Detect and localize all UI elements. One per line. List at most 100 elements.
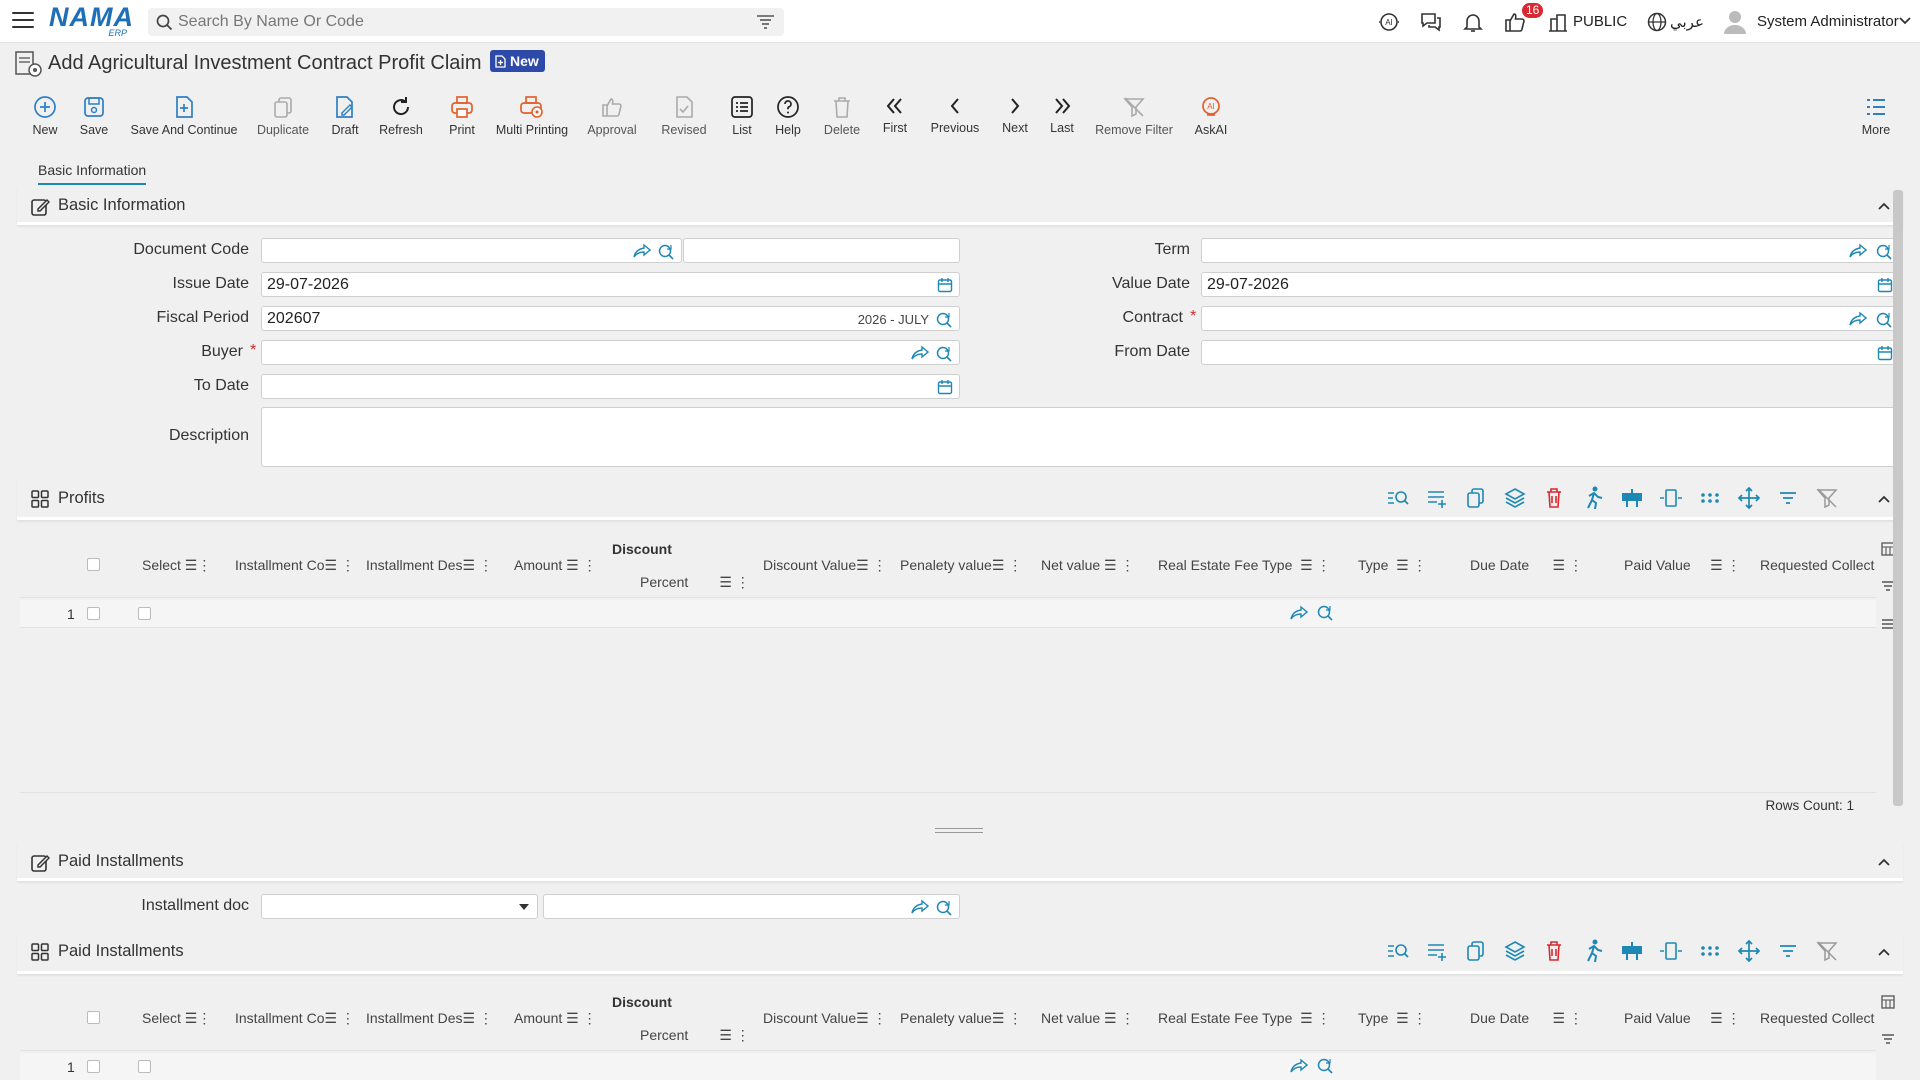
calendar-icon[interactable] — [1877, 277, 1893, 293]
run-icon[interactable] — [1579, 937, 1607, 965]
installment-doc-lookup[interactable] — [543, 894, 960, 919]
tab-basic-information[interactable]: Basic Information — [38, 162, 146, 178]
search-input[interactable] — [178, 8, 738, 36]
language-switch[interactable]: عربي — [1670, 13, 1704, 31]
revised-button[interactable]: Revised — [659, 95, 709, 137]
columns-icon[interactable] — [1881, 995, 1895, 1009]
contract-input[interactable] — [1201, 306, 1898, 331]
column-header-penalty-value[interactable]: Penalety value☰ ⋮ — [900, 1010, 1022, 1027]
table-settings-icon[interactable] — [1618, 484, 1646, 512]
column-header-select[interactable]: Select ☰⋮ — [142, 1010, 211, 1027]
app-logo[interactable]: NAMA ERP — [49, 4, 133, 39]
user-name[interactable]: System Administrator — [1757, 13, 1899, 30]
add-row-icon[interactable] — [1423, 937, 1451, 965]
profits-header[interactable]: Profits — [17, 479, 1903, 520]
layers-icon[interactable] — [1501, 937, 1529, 965]
calendar-icon[interactable] — [1877, 345, 1893, 361]
branch-label[interactable]: PUBLIC — [1573, 13, 1627, 30]
column-header-requested-collection[interactable]: Requested Collect — [1760, 557, 1874, 573]
grid-search-icon[interactable] — [1384, 937, 1412, 965]
filter-icon[interactable] — [1774, 484, 1802, 512]
calendar-icon[interactable] — [937, 277, 953, 293]
filter-icon[interactable] — [1881, 1033, 1895, 1045]
installment-doc-select[interactable] — [261, 894, 538, 919]
building-icon[interactable] — [1546, 10, 1570, 34]
bell-icon[interactable] — [1461, 10, 1485, 34]
select-cell-checkbox[interactable] — [138, 607, 151, 620]
lookup-search-icon[interactable] — [935, 345, 953, 363]
run-icon[interactable] — [1579, 484, 1607, 512]
column-header-installment-desc[interactable]: Installment Des☰ ⋮ — [366, 1010, 493, 1027]
column-header-due-date[interactable]: Due Date ☰ ⋮ — [1470, 557, 1583, 574]
share-icon[interactable] — [1849, 311, 1867, 327]
value-date-input[interactable]: 29-07-2026 — [1201, 272, 1898, 297]
remove-filter-icon[interactable] — [1813, 484, 1841, 512]
column-header-discount-value[interactable]: Discount Value☰ ⋮ — [763, 557, 887, 574]
column-header-net-value[interactable]: Net value ☰ ⋮ — [1041, 1010, 1135, 1027]
duplicate-button[interactable]: Duplicate — [255, 95, 311, 137]
delete-button[interactable]: Delete — [822, 95, 862, 137]
copy-icon[interactable] — [1462, 484, 1490, 512]
calendar-icon[interactable] — [937, 379, 953, 395]
print-button[interactable]: Print — [446, 95, 478, 137]
filter-icon[interactable] — [757, 15, 774, 29]
add-row-icon[interactable] — [1423, 484, 1451, 512]
column-header-amount[interactable]: Amount ☰ ⋮ — [514, 557, 597, 574]
column-header-type[interactable]: Type ☰ ⋮ — [1358, 557, 1427, 574]
share-icon[interactable] — [1849, 243, 1867, 259]
move-icon[interactable] — [1735, 484, 1763, 512]
ai-assistant-icon[interactable]: AI — [1377, 10, 1401, 34]
lookup-search-icon[interactable] — [935, 899, 953, 917]
share-icon[interactable] — [1290, 1058, 1308, 1074]
basic-information-header[interactable]: Basic Information — [17, 187, 1903, 225]
column-header-net-value[interactable]: Net value ☰ ⋮ — [1041, 557, 1135, 574]
share-icon[interactable] — [633, 243, 651, 259]
column-header-installment-code[interactable]: Installment Co☰ ⋮ — [235, 557, 355, 574]
term-input[interactable] — [1201, 238, 1898, 263]
share-icon[interactable] — [911, 345, 929, 361]
share-icon[interactable] — [911, 899, 929, 915]
to-date-input[interactable] — [261, 374, 960, 399]
lookup-search-icon[interactable] — [935, 311, 953, 329]
copy-icon[interactable] — [1462, 937, 1490, 965]
multi-printing-button[interactable]: Multi Printing — [494, 95, 570, 137]
chat-icon[interactable] — [1419, 10, 1443, 34]
collapse-chevron-icon[interactable] — [1877, 945, 1891, 959]
fiscal-period-input[interactable]: 202607 2026 - JULY — [261, 306, 960, 331]
select-all-checkbox[interactable] — [87, 1011, 100, 1024]
move-icon[interactable] — [1735, 937, 1763, 965]
from-date-input[interactable] — [1201, 340, 1898, 365]
delete-row-icon[interactable] — [1540, 484, 1568, 512]
buyer-input[interactable] — [261, 340, 960, 365]
dots-grid-icon[interactable] — [1696, 484, 1724, 512]
chevron-down-icon[interactable] — [1898, 14, 1912, 28]
filter-icon[interactable] — [1774, 937, 1802, 965]
save-and-continue-button[interactable]: Save And Continue — [129, 95, 239, 137]
globe-icon[interactable] — [1645, 10, 1669, 34]
column-header-percent[interactable]: Percent ☰ ⋮ — [640, 574, 750, 591]
column-header-amount[interactable]: Amount ☰ ⋮ — [514, 1010, 597, 1027]
select-all-checkbox[interactable] — [87, 558, 100, 571]
column-header-percent[interactable]: Percent ☰ ⋮ — [640, 1027, 750, 1044]
column-header-paid-value[interactable]: Paid Value ☰ ⋮ — [1624, 557, 1741, 574]
column-header-real-estate-fee-type[interactable]: Real Estate Fee Type ☰ ⋮ — [1158, 557, 1331, 574]
table-row[interactable]: 1 — [20, 1053, 1876, 1080]
column-header-requested-collection[interactable]: Requested Collect — [1760, 1010, 1874, 1026]
fit-columns-icon[interactable] — [1657, 937, 1685, 965]
next-button[interactable]: Next — [998, 95, 1032, 135]
new-button[interactable]: New — [29, 95, 61, 137]
help-button[interactable]: Help — [773, 95, 803, 137]
draft-button[interactable]: Draft — [328, 95, 362, 137]
paid-installments-grid-header[interactable]: Paid Installments — [17, 932, 1903, 974]
column-header-select[interactable]: Select ☰⋮ — [142, 557, 211, 574]
column-header-discount-value[interactable]: Discount Value☰ ⋮ — [763, 1010, 887, 1027]
first-button[interactable]: First — [880, 95, 910, 135]
approval-button[interactable]: Approval — [587, 95, 637, 137]
last-button[interactable]: Last — [1047, 95, 1077, 135]
column-header-due-date[interactable]: Due Date ☰ ⋮ — [1470, 1010, 1583, 1027]
row-checkbox[interactable] — [87, 1060, 100, 1073]
list-button[interactable]: List — [729, 95, 755, 137]
lookup-search-icon[interactable] — [657, 243, 675, 261]
select-cell-checkbox[interactable] — [138, 1060, 151, 1073]
remove-filter-button[interactable]: Remove Filter — [1094, 95, 1174, 137]
